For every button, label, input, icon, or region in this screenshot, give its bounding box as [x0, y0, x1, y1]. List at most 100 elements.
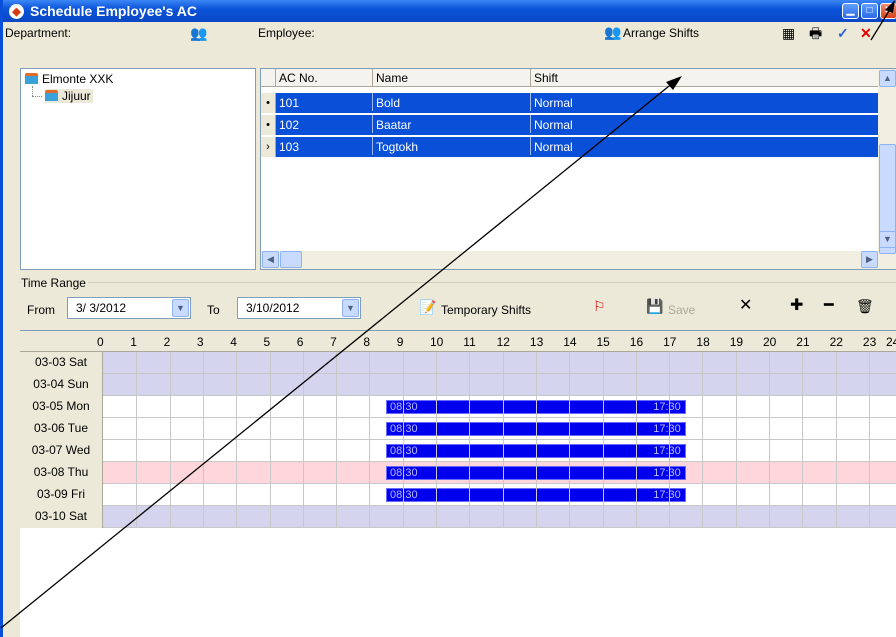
table-row[interactable]: • 101 Bold Normal [261, 93, 879, 113]
cancel-x-icon[interactable]: ✕ [860, 25, 872, 41]
to-date-value: 3/10/2012 [246, 301, 300, 315]
shift-start-time: 08:30 [390, 489, 418, 501]
schedule-row[interactable]: 03-07 Wed 08:30 17:30 [20, 440, 896, 462]
column-ac-no[interactable]: AC No. [276, 69, 373, 87]
temporary-shifts-icon: 📝 [419, 299, 437, 315]
print-icon[interactable]: 🖶 [809, 25, 822, 41]
minimize-button[interactable]: ▁ [842, 3, 859, 19]
schedule-row[interactable]: 03-06 Tue 08:30 17:30 [20, 418, 896, 440]
employee-grid: AC No. Name Shift • 101 Bold Normal • 10… [260, 68, 896, 270]
hour-gridline [369, 352, 371, 528]
department-users-icon[interactable]: 👥 [190, 25, 207, 41]
delete-icon[interactable]: 🗑 [856, 298, 874, 314]
hour-gridline [635, 352, 637, 528]
shift-end-time: 17:30 [653, 489, 681, 501]
chevron-down-icon[interactable]: ▼ [342, 299, 359, 317]
hour-label: 15 [596, 335, 610, 349]
hour-gridline [202, 352, 204, 528]
row-indicator: • [261, 115, 276, 135]
day-label: 03-03 Sat [20, 352, 103, 374]
clear-x-icon[interactable]: ✕ [739, 298, 752, 314]
arrange-shifts-button[interactable]: Arrange Shifts [623, 26, 699, 40]
hour-label: 4 [230, 335, 237, 349]
department-label: Department: [5, 26, 72, 40]
house-icon [25, 73, 38, 84]
tree-item-elmonte[interactable]: Elmonte XXK [25, 72, 113, 86]
column-name[interactable]: Name [373, 69, 531, 87]
hour-gridline [602, 352, 604, 528]
hour-gridline [502, 352, 504, 528]
hour-label: 0 [97, 335, 104, 349]
hscroll-thumb[interactable] [280, 251, 302, 268]
from-date-value: 3/ 3/2012 [76, 301, 127, 315]
hour-label: 14 [563, 335, 577, 349]
horizontal-scrollbar[interactable]: ◀ ▶ [261, 251, 879, 269]
hour-label: 12 [496, 335, 510, 349]
column-shift[interactable]: Shift [531, 69, 879, 87]
zoom-in-icon[interactable]: ✚ [790, 298, 803, 314]
scroll-down-button[interactable]: ▼ [879, 231, 896, 248]
time-range-legend: Time Range [21, 276, 88, 290]
scroll-right-button[interactable]: ▶ [861, 251, 878, 268]
chevron-down-icon[interactable]: ▼ [172, 299, 189, 317]
tree-item-jijuur[interactable]: Jijuur [45, 89, 93, 103]
zoom-out-icon[interactable]: ━ [824, 298, 834, 314]
to-label: To [207, 303, 220, 317]
scroll-left-button[interactable]: ◀ [262, 251, 279, 268]
hour-gridline [236, 352, 238, 528]
hour-gridline [302, 352, 304, 528]
table-row[interactable]: › 103 Togtokh Normal [261, 137, 879, 157]
export-icon[interactable]: ▦ [782, 25, 795, 41]
vertical-scrollbar[interactable]: ▲ ▼ [878, 69, 896, 269]
close-button[interactable]: ✕ [880, 3, 896, 19]
schedule-row[interactable]: 03-09 Fri 08:30 17:30 [20, 484, 896, 506]
window-title: Schedule Employee's AC [30, 3, 197, 19]
house-icon [45, 90, 58, 101]
hour-gridline [169, 352, 171, 528]
hour-gridline [336, 352, 338, 528]
save-button[interactable]: Save [668, 303, 695, 317]
schedule-grid[interactable]: 0123456789101112131415161718192021222324… [20, 330, 896, 637]
hour-gridline [136, 352, 138, 528]
hour-label: 21 [796, 335, 810, 349]
table-row[interactable]: • 102 Baatar Normal [261, 115, 879, 135]
schedule-row[interactable]: 03-10 Sat [20, 506, 896, 528]
cell-shift: Normal [534, 118, 573, 132]
tree-connector [32, 96, 42, 97]
hour-label: 13 [529, 335, 544, 349]
hour-gridline [835, 352, 837, 528]
from-date-picker[interactable]: 3/ 3/2012 ▼ [67, 297, 191, 319]
cell-ac-no: 102 [276, 115, 373, 133]
schedule-row[interactable]: 03-05 Mon 08:30 17:30 [20, 396, 896, 418]
day-label: 03-06 Tue [20, 418, 103, 440]
day-label: 03-05 Mon [20, 396, 103, 418]
department-tree[interactable]: Elmonte XXK Jijuur [20, 68, 256, 270]
hour-label: 24 [886, 335, 896, 349]
shift-start-time: 08:30 [390, 401, 418, 413]
ok-check-icon[interactable]: ✓ [837, 25, 849, 41]
hour-label: 22 [829, 335, 843, 349]
hour-gridline [402, 352, 404, 528]
delete-user-icon[interactable]: ⚐ [593, 298, 606, 314]
schedule-row[interactable]: 03-04 Sun [20, 374, 896, 396]
shift-start-time: 08:30 [390, 423, 418, 435]
cell-ac-no: 101 [276, 93, 373, 111]
maximize-button[interactable]: □ [861, 3, 878, 19]
temporary-shifts-button[interactable]: Temporary Shifts [441, 303, 531, 317]
hour-gridline [868, 352, 870, 528]
hour-gridline [769, 352, 770, 528]
to-date-picker[interactable]: 3/10/2012 ▼ [237, 297, 361, 319]
schedule-row[interactable]: 03-03 Sat [20, 352, 896, 374]
schedule-row[interactable]: 03-08 Thu 08:30 17:30 [20, 462, 896, 484]
scroll-up-button[interactable]: ▲ [879, 70, 896, 87]
hour-gridline [469, 352, 471, 528]
from-label: From [27, 303, 55, 317]
title-bar[interactable]: ◆ Schedule Employee's AC ▁ □ ✕ [3, 0, 896, 22]
hour-label: 8 [363, 335, 371, 349]
schedule-window: ◆ Schedule Employee's AC ▁ □ ✕ Departmen… [0, 0, 896, 637]
hour-label: 9 [396, 335, 404, 349]
hour-gridline [269, 352, 271, 528]
hour-label: 19 [729, 335, 744, 349]
hour-gridline [802, 352, 804, 528]
employee-label: Employee: [258, 26, 315, 40]
